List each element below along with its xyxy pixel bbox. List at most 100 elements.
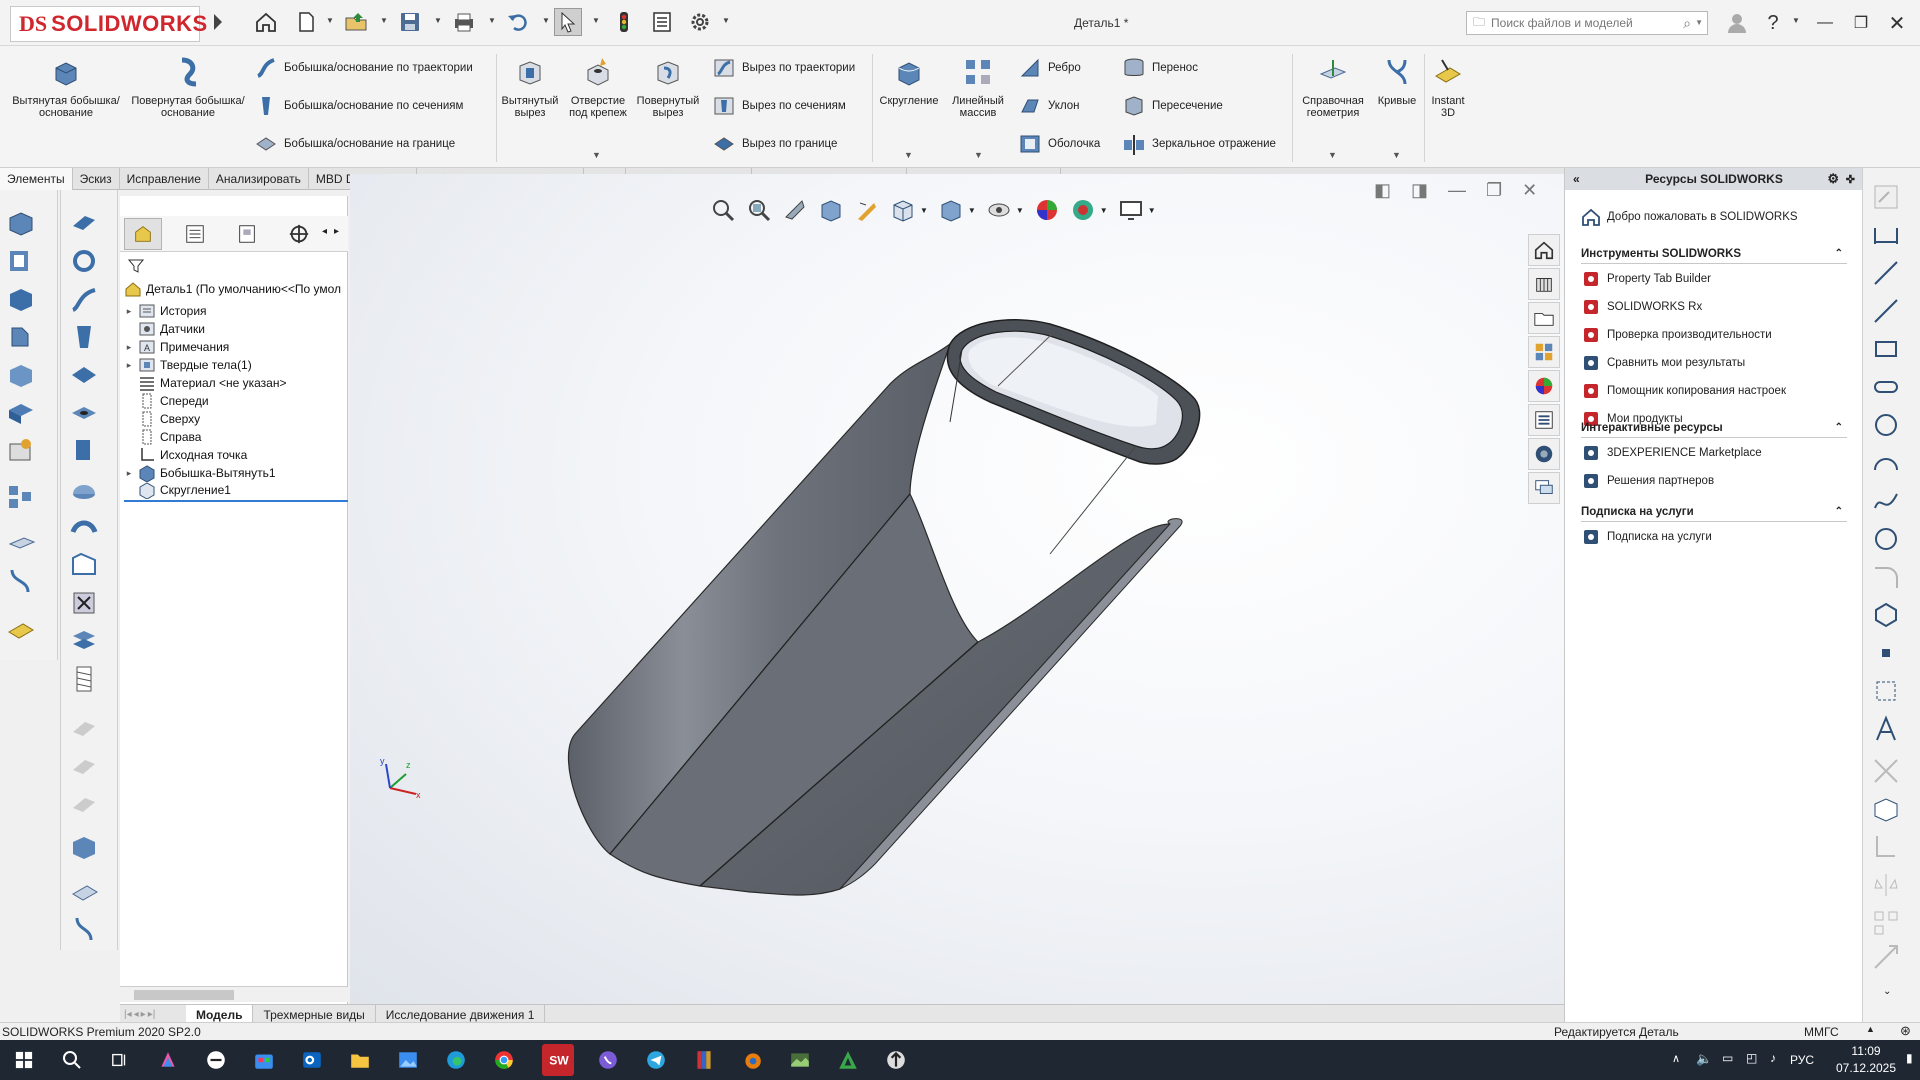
linear-pattern-button[interactable]: Линейный массив [946,56,1010,119]
part-model-3d[interactable] [350,174,1564,1018]
sweep-path-tool-icon[interactable] [69,284,99,314]
pattern-dropdown-icon[interactable]: ▼ [974,150,983,160]
wrap-button[interactable]: Перенос [1122,56,1198,80]
help-dropdown-icon[interactable]: ▼ [1792,16,1802,26]
curve-tool-icon[interactable] [6,566,36,596]
expand-arrow-icon[interactable]: ▸ [124,342,134,353]
copilot-app-icon[interactable] [152,1044,184,1076]
solidworks-taskbar-icon[interactable]: SW [542,1044,574,1076]
section-collapse-icon[interactable]: ⌃ [1835,422,1843,433]
hole-tool-icon[interactable] [69,398,99,428]
edge-app-icon[interactable] [440,1044,472,1076]
resources-link[interactable]: Сравнить мои результаты [1581,352,1745,374]
pattern-tool-icon[interactable] [6,482,36,512]
resources-link[interactable]: Подписка на услуги [1581,526,1712,548]
volume-icon[interactable]: 🔈 [1696,1051,1712,1067]
resources-link[interactable]: SOLIDWORKS Rx [1581,296,1702,318]
units-dropdown-icon[interactable]: ▲ [1866,1024,1875,1034]
chrome-app-icon[interactable] [488,1044,520,1076]
revolve-tool-icon[interactable] [69,246,99,276]
new-document-icon[interactable] [292,8,320,36]
select-pointer-icon[interactable] [554,8,582,36]
rectangle-icon[interactable] [1871,334,1901,364]
point-icon[interactable] [1871,638,1901,668]
close-window-icon[interactable]: ✕ [1884,10,1910,36]
solidworks-logo[interactable]: DS SOLIDWORKS [10,6,207,42]
custom-properties-icon[interactable] [1528,404,1560,436]
user-account-icon[interactable] [1724,10,1750,36]
file-explorer-icon[interactable] [1528,302,1560,334]
helix-tool-icon[interactable] [69,914,99,944]
pattern-sketch-icon[interactable] [1871,908,1901,938]
tree-horizontal-scrollbar[interactable] [120,986,348,1002]
move-entities-icon[interactable] [1871,942,1901,972]
loft-tool-icon[interactable] [69,322,99,352]
resources-link[interactable]: Property Tab Builder [1581,268,1711,290]
archive-app-icon[interactable] [688,1044,720,1076]
deform-tool-icon[interactable] [69,550,99,580]
rebuild-tool-icon[interactable] [6,246,36,276]
ellipse-icon[interactable] [1871,524,1901,554]
restore-window-icon[interactable]: ❐ [1848,10,1874,36]
configuration-manager-tab-icon[interactable] [228,218,266,250]
notifications-icon[interactable]: ▮ [1906,1051,1913,1065]
slot-icon[interactable] [1871,372,1901,402]
open-dropdown-icon[interactable]: ▼ [380,16,390,26]
section-collapse-icon[interactable]: ⌃ [1835,506,1843,517]
welcome-link[interactable]: Добро пожаловать в SOLIDWORKS [1581,206,1798,228]
refgeom-dropdown-icon[interactable]: ▼ [1328,150,1337,160]
search-box[interactable]: 🗀 Поиск файлов и моделей ⌕ ▼ [1466,11,1708,35]
print-dropdown-icon[interactable]: ▼ [488,16,498,26]
file-explorer-app-icon[interactable] [344,1044,376,1076]
task-pane-home-icon[interactable] [1528,234,1560,266]
swept-tool-icon[interactable] [69,208,99,238]
loft-cut-button[interactable]: Вырез по сечениям [712,94,846,118]
dimxpert-tab-icon[interactable] [280,218,318,250]
line-icon[interactable] [1871,296,1901,326]
tree-item[interactable]: Скругление1 [124,480,348,502]
combine-tool-icon[interactable] [69,832,99,862]
swept-cut-button[interactable]: Вырез по траектории [712,56,855,80]
tray-expand-icon[interactable]: ∧ [1672,1052,1680,1065]
minimize-window-icon[interactable]: — [1812,10,1838,36]
undo-icon[interactable] [504,8,532,36]
resources-link[interactable]: Помощник копирования настроек [1581,380,1786,402]
revolve-boss-button[interactable]: Повернутая бобышка/основание [130,56,246,119]
fillet-button[interactable]: Скругление [876,56,942,107]
section-collapse-icon[interactable]: ⌃ [1835,248,1843,259]
intersect-button[interactable]: Пересечение [1122,94,1223,118]
boundary-boss-button[interactable]: Бобышка/основание на границе [254,132,455,156]
toolbar-more-icon[interactable]: ⌄ [1883,986,1891,997]
taskbar-date[interactable]: 07.12.2025 [1834,1061,1898,1075]
hole-dropdown-icon[interactable]: ▼ [592,150,601,160]
search-dropdown-icon[interactable]: ▼ [1695,18,1703,27]
line-arc-icon[interactable] [1871,258,1901,288]
photos-app-icon[interactable] [392,1044,424,1076]
extrude-tool-icon[interactable] [6,208,36,238]
polygon-icon[interactable] [1871,600,1901,630]
filter-icon[interactable] [127,258,145,277]
image-viewer-app-icon[interactable] [784,1044,816,1076]
select-dropdown-icon[interactable]: ▼ [592,16,602,26]
circle-icon[interactable] [1871,410,1901,440]
arc-icon[interactable] [1871,448,1901,478]
print-icon[interactable] [450,8,478,36]
save-dropdown-icon[interactable]: ▼ [434,16,444,26]
options-gear-icon[interactable] [686,8,714,36]
delete-face-tool-icon[interactable] [69,588,99,618]
mirror-button[interactable]: Зеркальное отражение [1122,132,1276,156]
view-palette-icon[interactable] [1528,336,1560,368]
status-units[interactable]: ММГС [1804,1025,1839,1039]
refplane-tool-icon[interactable] [69,874,99,904]
revolve-cut-button[interactable]: Повернутый вырез [634,56,702,119]
boundary-cut-button[interactable]: Вырез по границе [712,132,837,156]
expand-arrow-icon[interactable]: ▸ [124,360,134,371]
instant3d-button[interactable]: Instant 3D [1428,56,1468,119]
task-view-icon[interactable] [104,1044,136,1076]
spline-icon[interactable] [1871,486,1901,516]
save-icon[interactable] [396,8,424,36]
smart-dimension-icon[interactable] [1871,220,1901,250]
blender-app-icon[interactable] [736,1044,768,1076]
solidworks-forum-icon[interactable] [1528,438,1560,470]
resources-section-header[interactable]: Подписка на услуги ⌃ [1581,502,1847,522]
